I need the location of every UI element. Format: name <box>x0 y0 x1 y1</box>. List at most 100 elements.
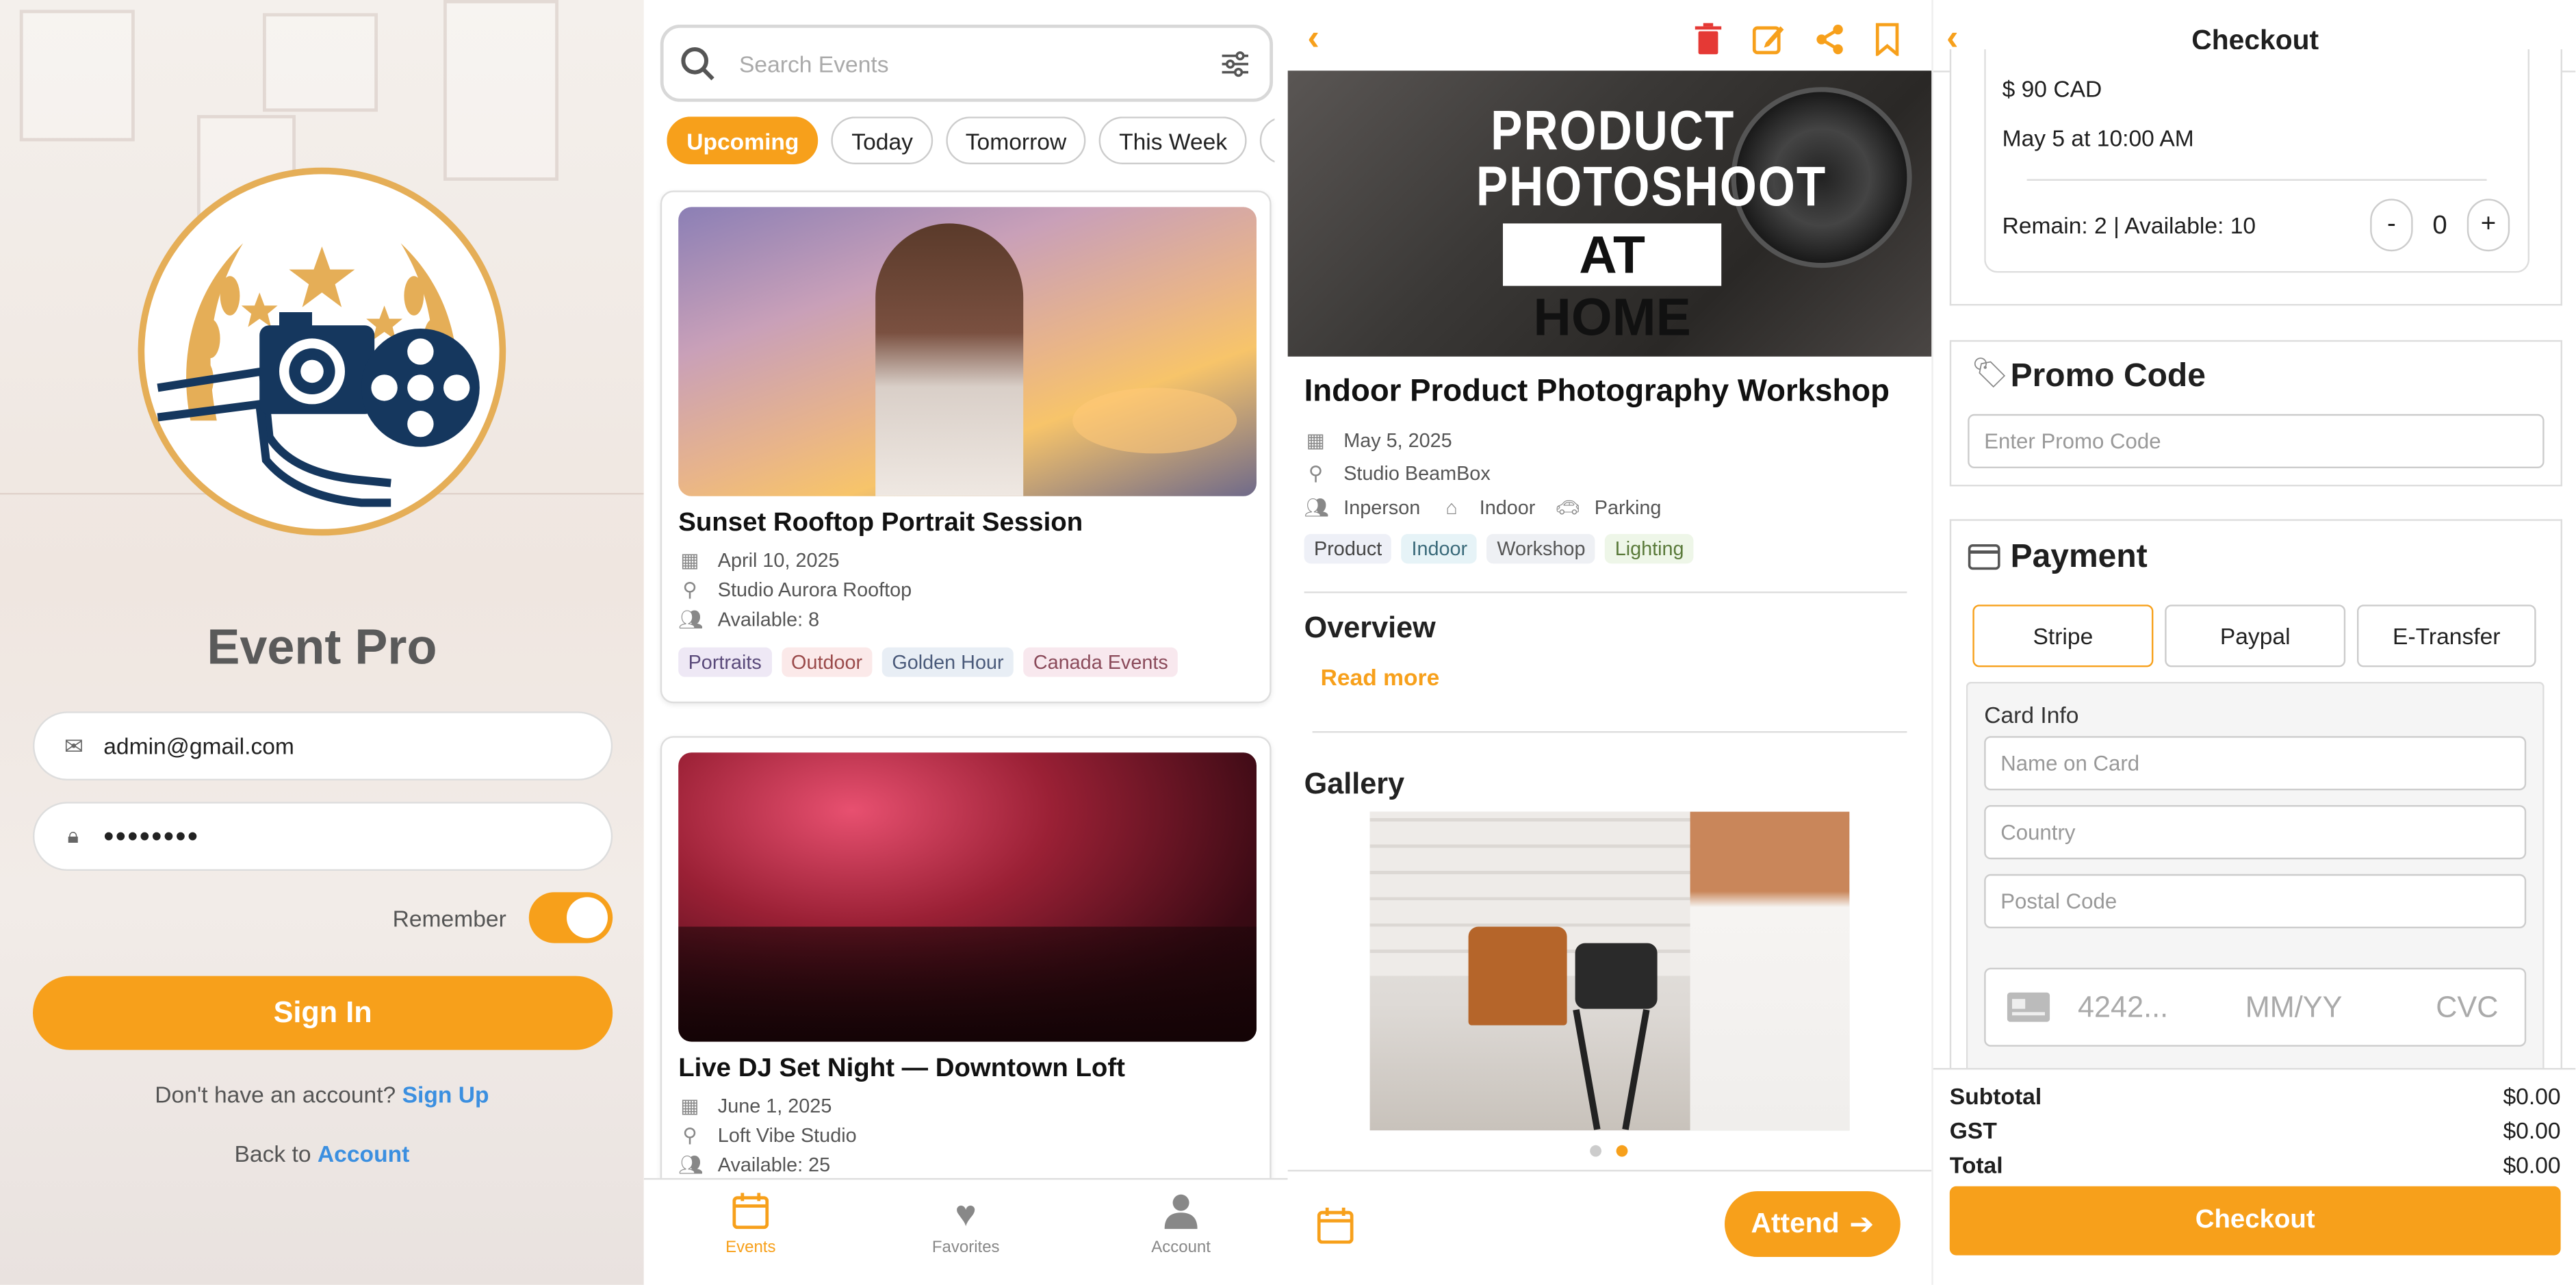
calendar-icon: ▦ <box>680 1094 699 1118</box>
remember-toggle[interactable] <box>528 892 613 943</box>
event-available: 👥︎ Available: 25 <box>678 1154 830 1177</box>
detail-footer: Attend ➔ <box>1287 1169 1932 1285</box>
calendar-icon[interactable] <box>1317 1208 1354 1244</box>
event-title: Live DJ Set Night — Downtown Loft <box>678 1054 1125 1083</box>
share-icon[interactable] <box>1815 23 1844 56</box>
stripe-button[interactable]: Stripe <box>1972 605 2154 667</box>
paypal-button[interactable]: Paypal <box>2165 605 2346 667</box>
promo-heading: Promo Code <box>2010 358 2206 394</box>
ticket-section: $ 90 CAD May 5 at 10:00 AM Remain: 2 | A… <box>1949 49 2563 306</box>
back-chevron-icon[interactable]: ‹ <box>1307 16 1319 59</box>
feature-parking: Parking <box>1594 496 1662 520</box>
attend-button[interactable]: Attend ➔ <box>1725 1191 1901 1258</box>
tab-account[interactable]: Account <box>1116 1193 1247 1257</box>
people-icon: 👥︎ <box>1304 496 1330 520</box>
gst-value: $0.00 <box>2503 1117 2561 1144</box>
expiry-placeholder[interactable]: MM/YY <box>2245 990 2343 1024</box>
chip-upcoming[interactable]: Upcoming <box>667 116 819 165</box>
search-input[interactable]: Search Events <box>739 50 1220 76</box>
sign-up-link[interactable]: Sign Up <box>402 1081 489 1107</box>
wall-frame <box>443 0 559 181</box>
password-field[interactable]: 🔒︎ •••••••• <box>33 802 613 871</box>
home-icon: ⌂ <box>1445 496 1458 520</box>
location-pin-icon: ⚲ <box>682 1123 697 1147</box>
credit-card-icon <box>1968 544 2000 570</box>
tab-favorites-label: Favorites <box>931 1238 1000 1258</box>
event-location-text: Studio BeamBox <box>1343 461 1491 485</box>
filter-sliders-icon[interactable] <box>1220 50 1250 77</box>
payment-heading: Payment <box>2010 539 2148 576</box>
login-screen: Event Pro ✉ admin@gmail.com 🔒︎ •••••••• … <box>0 0 644 1285</box>
portrait-figure <box>875 223 1024 496</box>
search-icon <box>681 46 714 80</box>
heart-icon: ♥ <box>955 1193 977 1234</box>
hero-line: PRODUCT <box>1491 100 1736 163</box>
attend-label: Attend <box>1751 1208 1840 1239</box>
signup-prompt: Don't have an account? <box>155 1081 396 1108</box>
tag: Workshop <box>1486 534 1595 564</box>
tag: Lighting <box>1605 534 1694 564</box>
gallery-heading: Gallery <box>1304 767 1405 800</box>
search-bar[interactable]: Search Events <box>660 25 1274 102</box>
wall-frame <box>263 13 378 112</box>
chip-next[interactable]: N <box>1260 116 1275 165</box>
envelope-icon: ✉ <box>64 732 84 759</box>
people-icon: 👥︎ <box>678 1153 704 1177</box>
total-row: Total $0.00 <box>1950 1152 2561 1178</box>
event-hero-image: PRODUCT PHOTOSHOOT AT HOME <box>1287 71 1932 357</box>
ticket-price: $ 90 CAD <box>2002 75 2102 102</box>
country-input[interactable]: Country <box>1984 805 2527 860</box>
event-card[interactable]: Sunset Rooftop Portrait Session ▦ April 1… <box>660 190 1272 704</box>
pager-dot-active[interactable] <box>1616 1145 1628 1157</box>
qty-increment-button[interactable]: + <box>2466 199 2510 252</box>
tag: Product <box>1304 534 1392 564</box>
event-title: Indoor Product Photography Workshop <box>1304 374 1890 409</box>
camera-film-icon <box>157 243 480 507</box>
bookmark-icon[interactable] <box>1875 23 1899 56</box>
bottom-tab-bar: Events ♥ Favorites Account <box>643 1178 1288 1285</box>
checkout-button[interactable]: Checkout <box>1949 1186 2561 1256</box>
card-number-placeholder[interactable]: 4242... <box>2078 990 2168 1024</box>
email-field[interactable]: ✉ admin@gmail.com <box>33 711 613 780</box>
subtotal-row: Subtotal $0.00 <box>1950 1083 2561 1109</box>
event-card[interactable]: Live DJ Set Night — Downtown Loft ▦ June … <box>660 736 1272 1230</box>
tag: Indoor <box>1402 534 1478 564</box>
email-value: admin@gmail.com <box>103 733 294 759</box>
event-location: ⚲ Studio BeamBox <box>1304 461 1491 485</box>
sign-in-button[interactable]: Sign In <box>33 976 613 1050</box>
total-value: $0.00 <box>2503 1152 2561 1178</box>
account-link[interactable]: Account <box>318 1141 409 1167</box>
shoes-decor <box>1468 926 1567 1026</box>
overview-heading: Overview <box>1304 611 1436 644</box>
chip-today[interactable]: Today <box>832 116 933 165</box>
name-on-card-input[interactable]: Name on Card <box>1984 736 2527 791</box>
qty-decrement-button[interactable]: - <box>2370 199 2413 252</box>
subtotal-label: Subtotal <box>1949 1082 2042 1110</box>
events-screen: Search Events Upcoming Today Tomorrow Th… <box>643 0 1288 1285</box>
event-location-text: Loft Vibe Studio <box>717 1123 857 1147</box>
chip-this-week[interactable]: This Week <box>1099 116 1247 165</box>
tag: Outdoor <box>781 647 873 677</box>
trash-icon[interactable] <box>1693 23 1723 56</box>
postal-code-input[interactable]: Postal Code <box>1984 874 2527 928</box>
promo-code-input[interactable]: Enter Promo Code <box>1968 414 2545 468</box>
chip-tomorrow[interactable]: Tomorrow <box>945 116 1087 165</box>
qty-value: 0 <box>2432 212 2447 240</box>
cvc-placeholder[interactable]: CVC <box>2436 990 2498 1024</box>
password-value: •••••••• <box>103 819 200 852</box>
tab-favorites[interactable]: ♥ Favorites <box>900 1193 1031 1257</box>
edit-icon[interactable] <box>1752 23 1786 56</box>
pager-dot[interactable] <box>1590 1145 1601 1157</box>
etransfer-button[interactable]: E-Transfer <box>2357 605 2536 667</box>
gallery-image[interactable] <box>1369 811 1850 1131</box>
card-info-label: Card Info <box>1984 701 2079 728</box>
tab-events[interactable]: Events <box>685 1193 816 1257</box>
divider <box>1304 591 1907 594</box>
tag: Canada Events <box>1023 647 1178 677</box>
tag: Golden Hour <box>881 647 1014 677</box>
event-available-text: Available: 25 <box>717 1153 831 1177</box>
event-tags: Product Indoor Workshop Lighting <box>1304 534 1694 564</box>
event-date-text: June 1, 2025 <box>717 1094 832 1118</box>
read-more-link[interactable]: Read more <box>1321 664 1440 690</box>
card-details-input[interactable]: 4242... MM/YY CVC <box>1984 967 2527 1047</box>
